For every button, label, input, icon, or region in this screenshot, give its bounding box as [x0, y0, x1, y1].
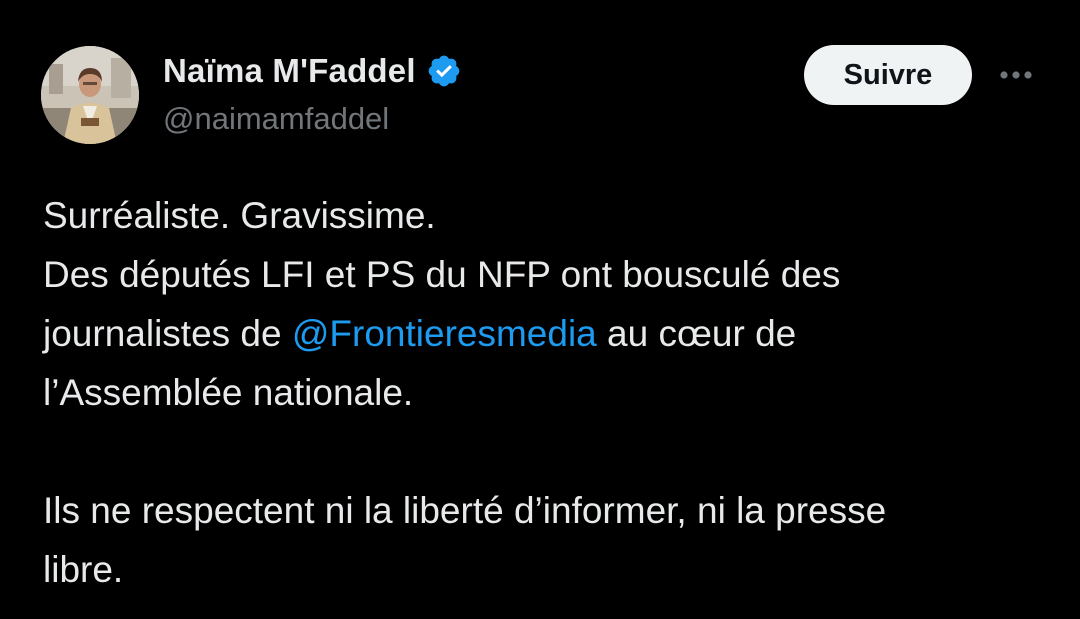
- more-options-button[interactable]: [995, 60, 1037, 90]
- author-display-name[interactable]: Naïma M'Faddel: [163, 52, 416, 90]
- avatar-photo: [41, 46, 139, 144]
- tweet-text-line: journalistes de @Frontieresmedia au cœur…: [43, 304, 1053, 363]
- author-handle[interactable]: @naimamfaddel: [163, 101, 389, 137]
- tweet-text-segment: au cœur de: [596, 313, 797, 354]
- tweet-text-line: l’Assemblée nationale.: [43, 372, 414, 413]
- more-horizontal-icon: [1000, 71, 1032, 79]
- author-name-row: Naïma M'Faddel: [163, 50, 462, 92]
- follow-button[interactable]: Suivre: [804, 45, 972, 105]
- tweet-text-line: libre.: [43, 549, 124, 590]
- tweet-card: Naïma M'Faddel @naimamfaddel Suivre Surr…: [0, 0, 1080, 619]
- tweet-text-line: Surréaliste. Gravissime.: [43, 195, 436, 236]
- tweet-text-line: Des députés LFI et PS du NFP ont bouscul…: [43, 254, 841, 295]
- tweet-text-segment: journalistes de: [43, 313, 292, 354]
- tweet-text: Surréaliste. Gravissime. Des députés LFI…: [43, 186, 1053, 599]
- verified-badge-icon: [426, 53, 462, 89]
- mention-link[interactable]: @Frontieresmedia: [292, 313, 597, 354]
- avatar[interactable]: [41, 46, 139, 144]
- tweet-text-line: Ils ne respectent ni la liberté d’inform…: [43, 490, 887, 531]
